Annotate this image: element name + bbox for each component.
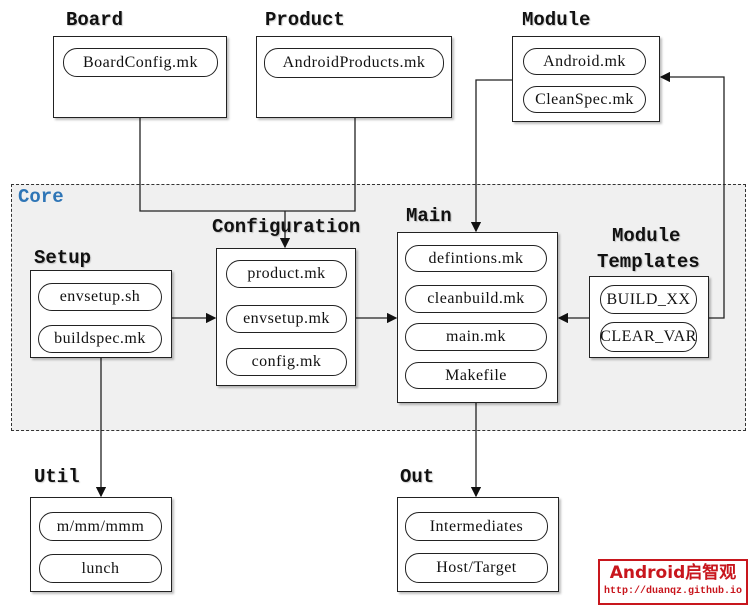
template-build-xx: BUILD_XX xyxy=(600,285,697,314)
file-envsetup-mk: envsetup.mk xyxy=(226,305,347,333)
file-androidproducts: AndroidProducts.mk xyxy=(264,48,444,78)
out-host-target: Host/Target xyxy=(405,553,548,583)
file-definitions: defintions.mk xyxy=(405,245,547,272)
watermark-stamp: Android启智观 http://duanqz.github.io xyxy=(598,559,748,605)
board-to-configuration-line xyxy=(139,118,285,212)
template-clear-var: CLEAR_VAR xyxy=(600,322,697,352)
file-envsetup-sh: envsetup.sh xyxy=(38,283,162,311)
util-label: Util xyxy=(34,466,80,488)
file-main-mk: main.mk xyxy=(405,323,547,351)
file-config-mk: config.mk xyxy=(226,348,347,376)
module-templates-label-line2: Templates xyxy=(597,251,700,273)
module-to-main-arrow xyxy=(470,79,512,233)
product-to-configuration-line xyxy=(285,118,356,212)
file-makefile: Makefile xyxy=(405,362,547,389)
util-lunch: lunch xyxy=(39,554,162,583)
file-product-mk: product.mk xyxy=(226,260,347,288)
file-cleanbuild: cleanbuild.mk xyxy=(405,285,547,313)
product-label: Product xyxy=(265,9,345,31)
file-cleanspec: CleanSpec.mk xyxy=(523,86,646,113)
watermark-url: http://duanqz.github.io xyxy=(603,586,743,597)
setup-label: Setup xyxy=(34,247,92,269)
file-boardconfig: BoardConfig.mk xyxy=(63,48,218,77)
out-intermediates: Intermediates xyxy=(405,512,548,541)
watermark-title: Android启智观 xyxy=(609,563,737,583)
configuration-label: Configuration xyxy=(212,216,361,238)
util-m-mm-mmm: m/mm/mmm xyxy=(39,512,162,541)
module-templates-label-line1: Module xyxy=(612,225,681,247)
board-label: Board xyxy=(66,9,124,31)
file-android-mk: Android.mk xyxy=(523,48,646,75)
module-label: Module xyxy=(522,9,591,31)
file-buildspec: buildspec.mk xyxy=(38,325,162,353)
out-label: Out xyxy=(400,466,435,488)
main-label: Main xyxy=(406,205,452,227)
